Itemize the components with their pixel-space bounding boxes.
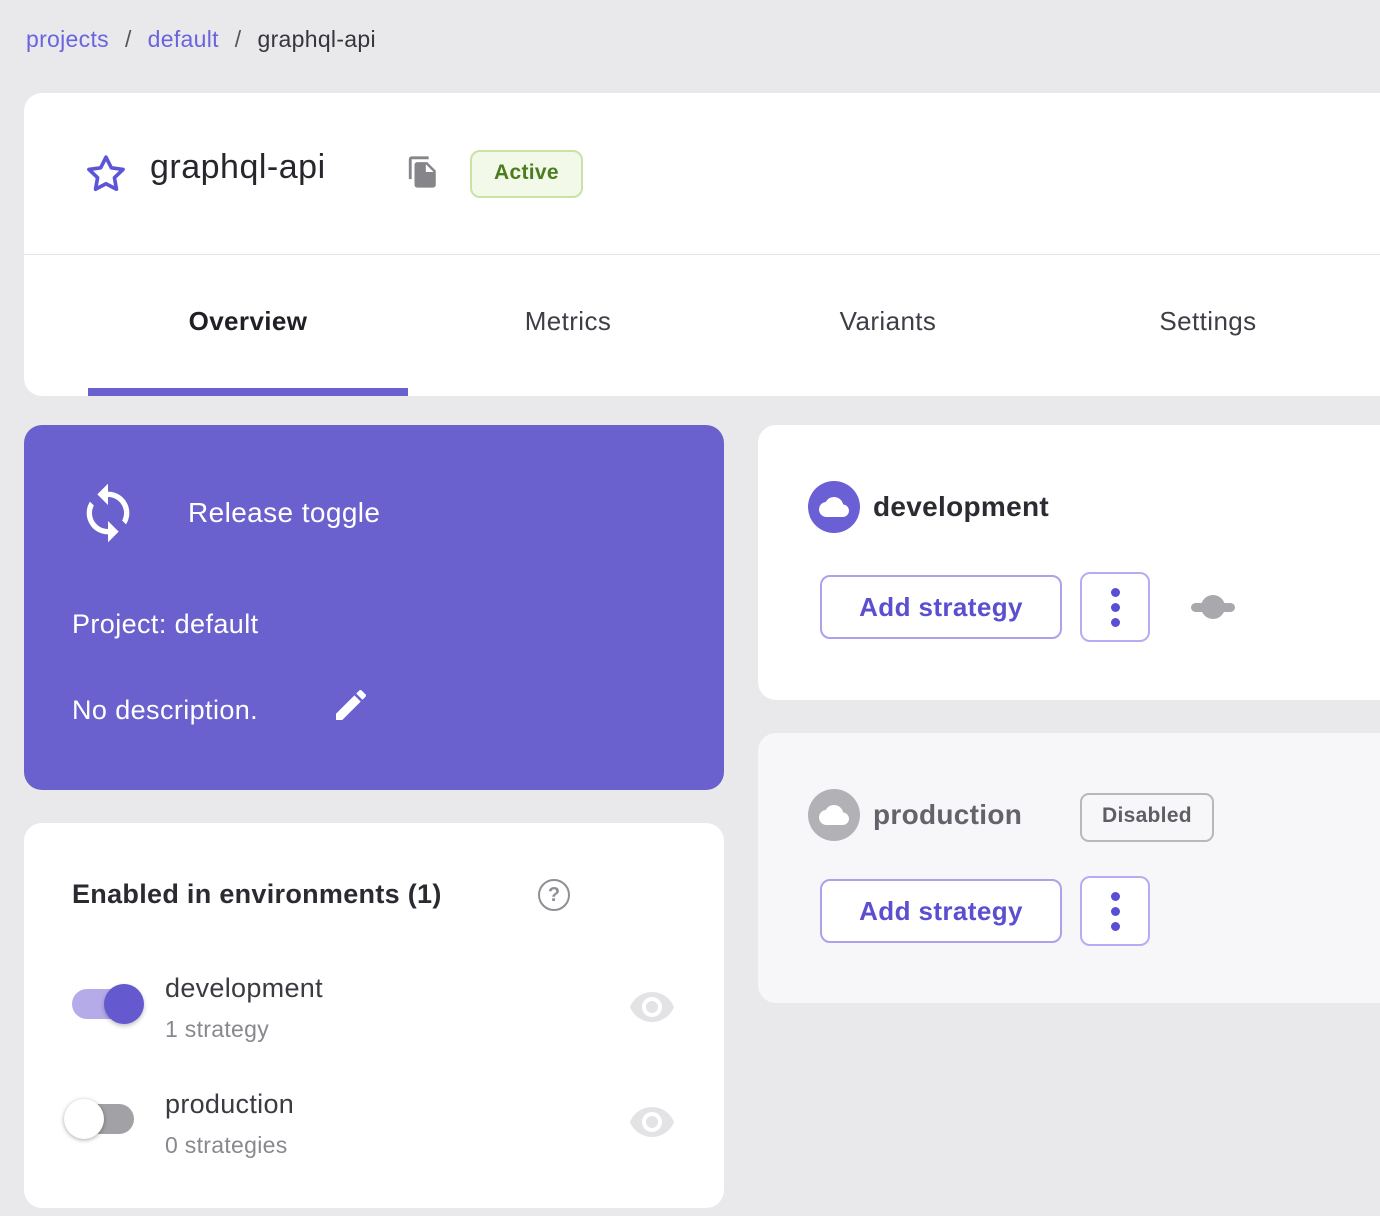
- copy-name-button[interactable]: [406, 155, 440, 189]
- toggle-type-label: Release toggle: [188, 497, 381, 528]
- breadcrumb: projects / default / graphql-api: [26, 26, 376, 53]
- active-tab-indicator: [88, 388, 408, 396]
- edit-icon: [331, 689, 371, 728]
- environment-row-name: production: [165, 1089, 295, 1119]
- release-toggle-icon: [76, 481, 140, 545]
- kebab-menu-icon: [1110, 891, 1120, 931]
- status-badge: Active: [470, 150, 583, 198]
- tab-variants[interactable]: Variants: [728, 255, 1048, 388]
- copy-icon: [406, 156, 440, 192]
- toggle-thumb: [104, 984, 144, 1024]
- environment-name: production: [873, 799, 1023, 830]
- toggle-thumb: [64, 1099, 104, 1139]
- breadcrumb-current: graphql-api: [257, 26, 376, 52]
- help-icon[interactable]: ?: [538, 879, 570, 911]
- star-icon: [84, 155, 128, 199]
- feature-header-card: graphql-api Active Overview Metrics Vari…: [24, 93, 1380, 396]
- environment-name: development: [873, 491, 1050, 522]
- edit-description-button[interactable]: [328, 683, 374, 729]
- add-strategy-button-development[interactable]: Add strategy: [820, 575, 1062, 639]
- tab-overview[interactable]: Overview: [88, 255, 408, 388]
- feature-overview-page: projects / default / graphql-api graphql…: [0, 0, 1380, 1216]
- toggle-type-card: Release toggle Project: default No descr…: [24, 425, 724, 790]
- environment-menu-button-development[interactable]: [1080, 572, 1150, 642]
- tab-metrics[interactable]: Metrics: [408, 255, 728, 388]
- environment-row-strategies: 1 strategy: [165, 1016, 269, 1042]
- eye-icon: [628, 1107, 676, 1143]
- environment-card-production: production Disabled Add strategy: [758, 733, 1380, 1003]
- page-title: graphql-api: [150, 148, 326, 186]
- visibility-button-production[interactable]: [628, 1104, 676, 1140]
- environment-disabled-badge: Disabled: [1080, 793, 1214, 842]
- tab-bar: Overview Metrics Variants Settings: [24, 255, 1380, 396]
- panel-title: Enabled in environments (1): [72, 879, 442, 909]
- eye-icon: [628, 992, 676, 1028]
- kebab-menu-icon: [1110, 587, 1120, 627]
- environment-menu-button-production[interactable]: [1080, 876, 1150, 946]
- strategy-slider-icon: [1190, 593, 1236, 621]
- visibility-button-development[interactable]: [628, 989, 676, 1025]
- toggle-project-label: Project: default: [72, 609, 259, 639]
- environment-toggle-production[interactable]: [64, 1098, 144, 1140]
- add-strategy-button-production[interactable]: Add strategy: [820, 879, 1062, 943]
- favorite-button[interactable]: [84, 152, 128, 196]
- breadcrumb-separator: /: [124, 26, 132, 52]
- environment-card-development: development Add strategy: [758, 425, 1380, 700]
- cloud-icon: [808, 481, 860, 533]
- environment-toggle-development[interactable]: [64, 983, 144, 1025]
- enabled-environments-panel: Enabled in environments (1) ? developmen…: [24, 823, 724, 1208]
- breadcrumb-projects-link[interactable]: projects: [26, 26, 109, 53]
- cloud-icon: [808, 789, 860, 841]
- toggle-description: No description.: [72, 695, 259, 725]
- breadcrumb-default-link[interactable]: default: [148, 26, 219, 53]
- tab-settings[interactable]: Settings: [1048, 255, 1368, 388]
- environment-row-strategies: 0 strategies: [165, 1132, 288, 1158]
- environment-row-name: development: [165, 973, 323, 1003]
- breadcrumb-separator: /: [234, 26, 242, 52]
